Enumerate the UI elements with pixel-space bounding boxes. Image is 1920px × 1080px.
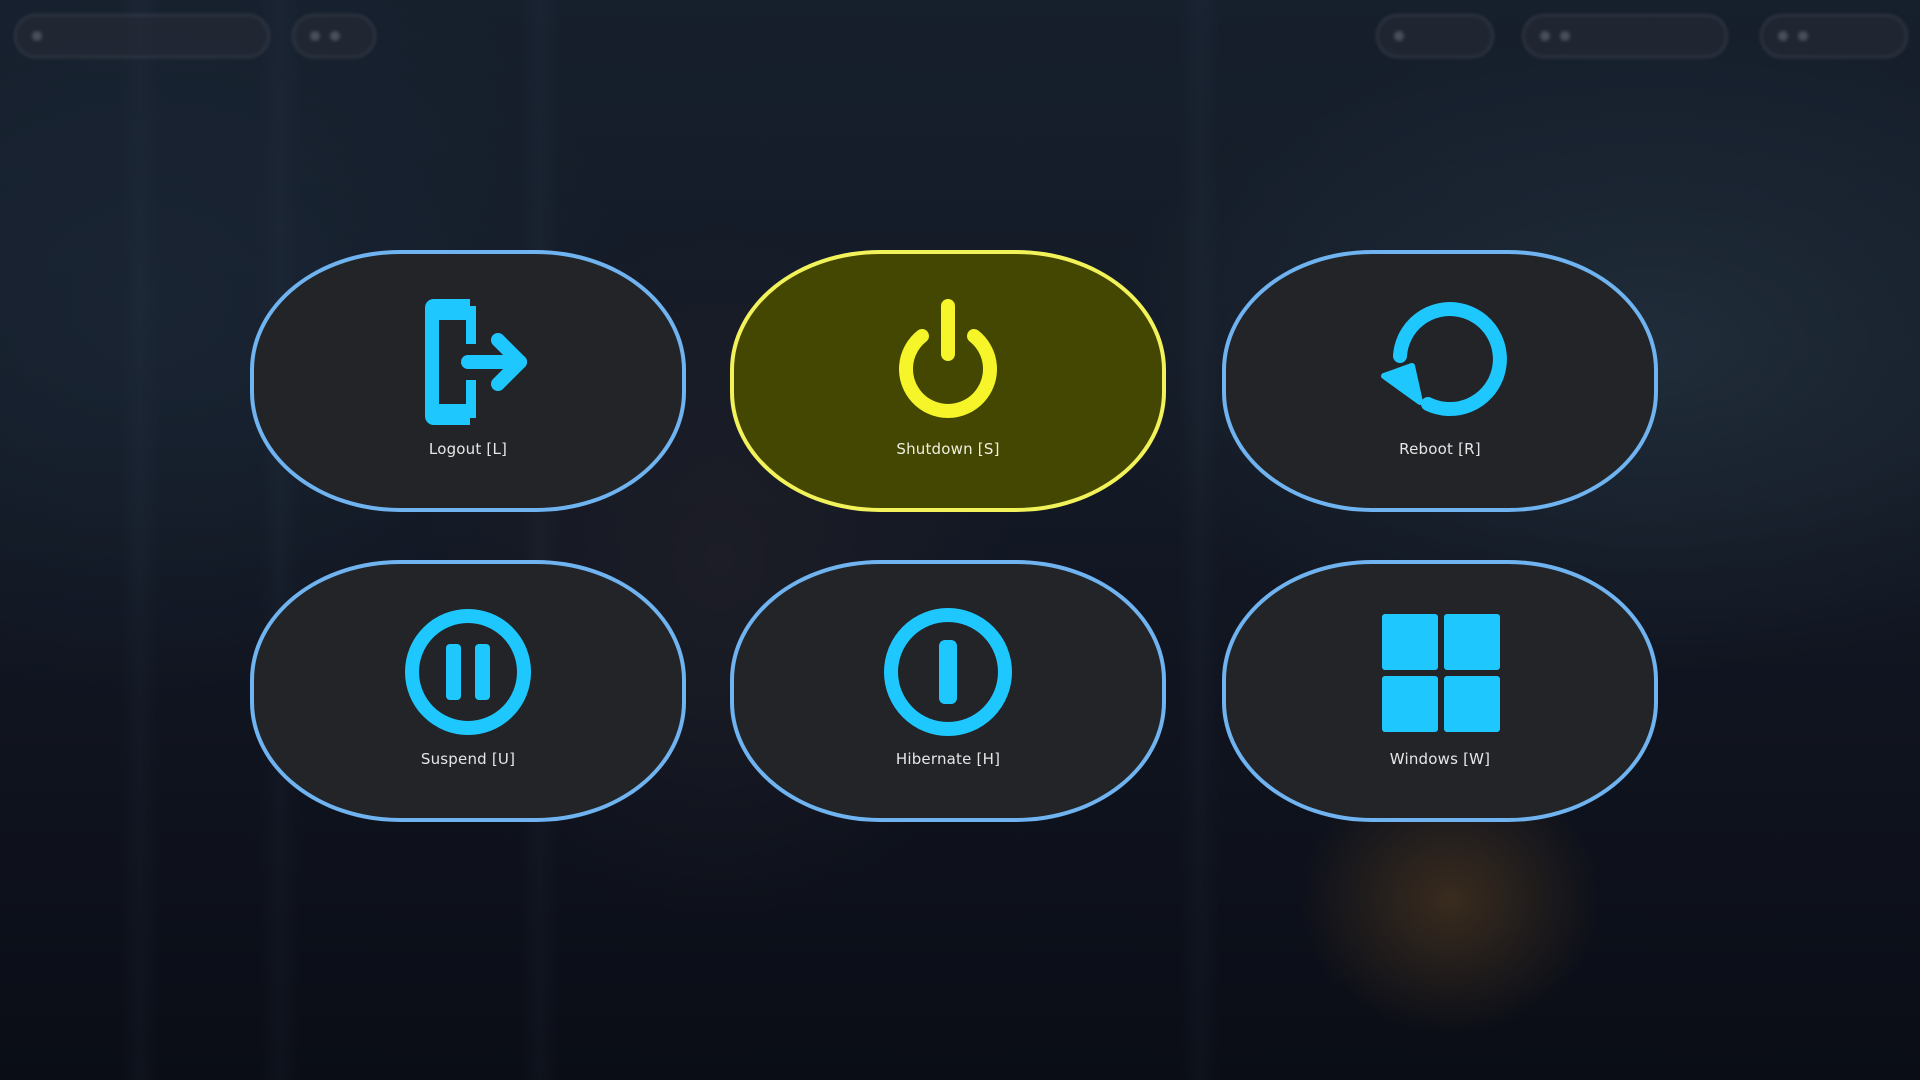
- pause-icon: [405, 609, 531, 735]
- logout-button[interactable]: Logout [L]: [250, 250, 686, 512]
- power-menu: Logout [L] Shutdown [S] Reboot [R] Suspe…: [250, 250, 1670, 830]
- topbar-network-pill: [1376, 14, 1494, 58]
- tray-icon: [310, 31, 320, 41]
- memory-icon: [1560, 31, 1570, 41]
- hibernate-button[interactable]: Hibernate [H]: [730, 560, 1166, 822]
- network-icon: [1394, 31, 1404, 41]
- topbar-tray-pill: [292, 14, 376, 58]
- topbar-status-pill: [1760, 14, 1908, 58]
- cpu-icon: [1540, 31, 1550, 41]
- volume-icon: [1778, 31, 1788, 41]
- reboot-label: Reboot [R]: [1399, 440, 1481, 458]
- power-icon: [899, 299, 997, 418]
- windows-label: Windows [W]: [1389, 750, 1491, 768]
- reboot-button[interactable]: Reboot [R]: [1222, 250, 1658, 512]
- hibernate-label: Hibernate [H]: [895, 750, 1001, 768]
- suspend-button[interactable]: Suspend [U]: [250, 560, 686, 822]
- logout-label: Logout [L]: [428, 440, 508, 458]
- shutdown-label: Shutdown [S]: [896, 440, 1000, 458]
- topbar-system-pill: [1522, 14, 1728, 58]
- battery-icon: [1798, 31, 1808, 41]
- shutdown-button[interactable]: Shutdown [S]: [730, 250, 1166, 512]
- logout-icon: [425, 299, 527, 425]
- topbar-clock-pill: [14, 14, 270, 58]
- clock-icon: [32, 31, 42, 41]
- windows-button[interactable]: Windows [W]: [1222, 560, 1658, 822]
- windows-icon: [1382, 614, 1500, 732]
- suspend-label: Suspend [U]: [420, 750, 516, 768]
- hibernate-icon: [884, 608, 1012, 736]
- tray-icon: [330, 31, 340, 41]
- reboot-icon: [1381, 302, 1507, 417]
